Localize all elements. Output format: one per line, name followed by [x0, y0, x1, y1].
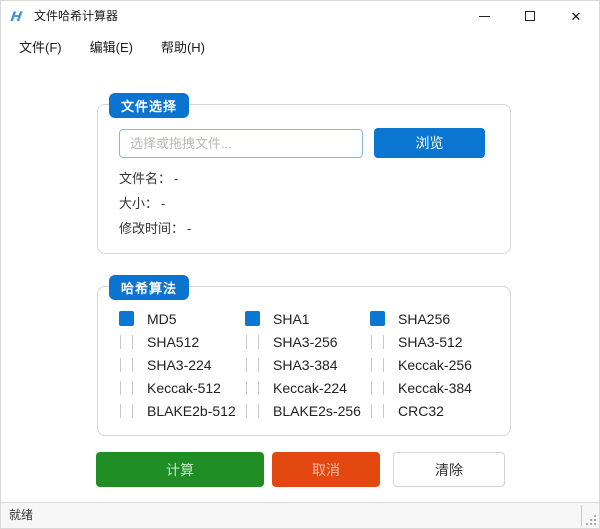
file-info-label: 修改时间： — [119, 221, 185, 236]
algorithm-option[interactable]: SHA512 — [119, 334, 245, 350]
checkbox-icon[interactable] — [371, 403, 384, 418]
menu-item[interactable]: 帮助(H) — [147, 33, 219, 60]
window-title: 文件哈希计算器 — [34, 9, 119, 23]
window-controls: ✕ — [461, 1, 599, 31]
app-icon: H — [9, 8, 23, 24]
algorithm-option[interactable]: SHA1 — [245, 311, 370, 327]
status-text: 就绪 — [9, 508, 34, 522]
algorithm-option[interactable]: CRC32 — [370, 403, 499, 419]
menu-bar: 文件(F) 编辑(E) 帮助(H) — [1, 31, 599, 61]
close-button[interactable]: ✕ — [553, 1, 599, 31]
cancel-button[interactable]: 取消 — [272, 452, 380, 487]
algorithm-label: SHA1 — [273, 310, 310, 327]
checkbox-icon[interactable] — [120, 357, 133, 372]
algorithm-label: Keccak-224 — [273, 379, 347, 396]
file-info-row: 文件名： - — [119, 166, 191, 191]
maximize-icon — [525, 11, 535, 21]
checkbox-icon[interactable] — [246, 403, 259, 418]
algorithm-grid: MD5 SHA1 SHA256 SHA512 SHA3-256 SHA3-512 — [119, 307, 499, 422]
algorithm-label: Keccak-512 — [147, 379, 221, 396]
algorithm-label: SHA3-256 — [273, 333, 338, 350]
algorithm-label: SHA3-384 — [273, 356, 338, 373]
checkbox-icon[interactable] — [120, 403, 133, 418]
algorithm-label: BLAKE2s-256 — [273, 402, 361, 419]
menu-item-label: 文件(F) — [19, 39, 62, 55]
close-icon: ✕ — [570, 8, 582, 24]
algorithm-label: SHA256 — [398, 310, 451, 327]
checkbox-icon[interactable] — [371, 357, 384, 372]
file-selection-group: 文件选择 浏览 文件名：- 大小：- 修改时间：- — [97, 93, 511, 254]
algorithm-label: BLAKE2b-512 — [147, 402, 236, 419]
checkbox-icon[interactable] — [119, 311, 134, 326]
file-info: 文件名： - 大小： - 修改时间： - — [119, 166, 191, 241]
clear-button[interactable]: 清除 — [393, 452, 505, 487]
file-info-row: 大小： - — [119, 191, 191, 216]
checkbox-icon[interactable] — [245, 311, 260, 326]
menu-item-label: 帮助(H) — [160, 39, 205, 55]
minimize-icon — [478, 15, 490, 17]
algorithm-label: Keccak-384 — [398, 379, 472, 396]
file-path-input[interactable] — [119, 129, 363, 158]
calculate-button[interactable]: 计算 — [96, 452, 264, 487]
status-bar: 就绪 — [1, 502, 599, 528]
hash-algorithms-group: 哈希算法 MD5 SHA1 SHA256 SHA512 SHA3-256 SHA… — [97, 275, 511, 436]
algorithm-option[interactable]: BLAKE2s-256 — [245, 403, 370, 419]
algorithm-option[interactable]: MD5 — [119, 311, 245, 327]
algorithm-label: MD5 — [147, 310, 177, 327]
checkbox-icon[interactable] — [371, 334, 384, 349]
algorithm-option[interactable]: SHA3-256 — [245, 334, 370, 350]
checkbox-icon[interactable] — [120, 334, 133, 349]
file-info-label: 大小： — [119, 196, 159, 211]
checkbox-icon[interactable] — [120, 380, 133, 395]
file-selection-group-title: 文件选择 — [109, 93, 190, 118]
file-info-value: - — [187, 221, 192, 236]
checkbox-icon[interactable] — [246, 357, 259, 372]
app-window: H 文件哈希计算器 ✕ 文件(F) 编辑(E) 帮助(H) 文件选择 浏览 文件名：… — [0, 0, 600, 529]
algorithm-label: SHA3-512 — [398, 333, 463, 350]
algorithm-option[interactable]: Keccak-256 — [370, 357, 499, 373]
status-separator — [581, 505, 582, 526]
menu-item-label: 编辑(E) — [89, 39, 133, 55]
title-bar[interactable]: H 文件哈希计算器 ✕ — [1, 1, 599, 31]
algorithm-option[interactable]: SHA256 — [370, 311, 499, 327]
algorithm-option[interactable]: SHA3-384 — [245, 357, 370, 373]
checkbox-icon[interactable] — [246, 334, 259, 349]
algorithm-option[interactable]: BLAKE2b-512 — [119, 403, 245, 419]
checkbox-icon[interactable] — [246, 380, 259, 395]
checkbox-icon[interactable] — [371, 380, 384, 395]
hash-algorithms-group-title: 哈希算法 — [109, 275, 190, 300]
algorithm-label: SHA512 — [147, 333, 200, 350]
algorithm-option[interactable]: Keccak-224 — [245, 380, 370, 396]
minimize-button[interactable] — [461, 1, 507, 31]
resize-grip-icon[interactable] — [586, 515, 596, 525]
algorithm-label: CRC32 — [398, 402, 444, 419]
browse-button[interactable]: 浏览 — [374, 128, 485, 158]
algorithm-option[interactable]: SHA3-512 — [370, 334, 499, 350]
algorithm-label: SHA3-224 — [147, 356, 212, 373]
algorithm-label: Keccak-256 — [398, 356, 472, 373]
file-info-value: - — [174, 171, 179, 186]
menu-item[interactable]: 编辑(E) — [76, 33, 147, 60]
algorithm-option[interactable]: Keccak-512 — [119, 380, 245, 396]
file-info-label: 文件名： — [119, 171, 172, 186]
menu-item[interactable]: 文件(F) — [5, 33, 76, 60]
checkbox-icon[interactable] — [370, 311, 385, 326]
algorithm-option[interactable]: Keccak-384 — [370, 380, 499, 396]
maximize-button[interactable] — [507, 1, 553, 31]
algorithm-option[interactable]: SHA3-224 — [119, 357, 245, 373]
file-info-value: - — [161, 196, 166, 211]
file-info-row: 修改时间： - — [119, 216, 191, 241]
